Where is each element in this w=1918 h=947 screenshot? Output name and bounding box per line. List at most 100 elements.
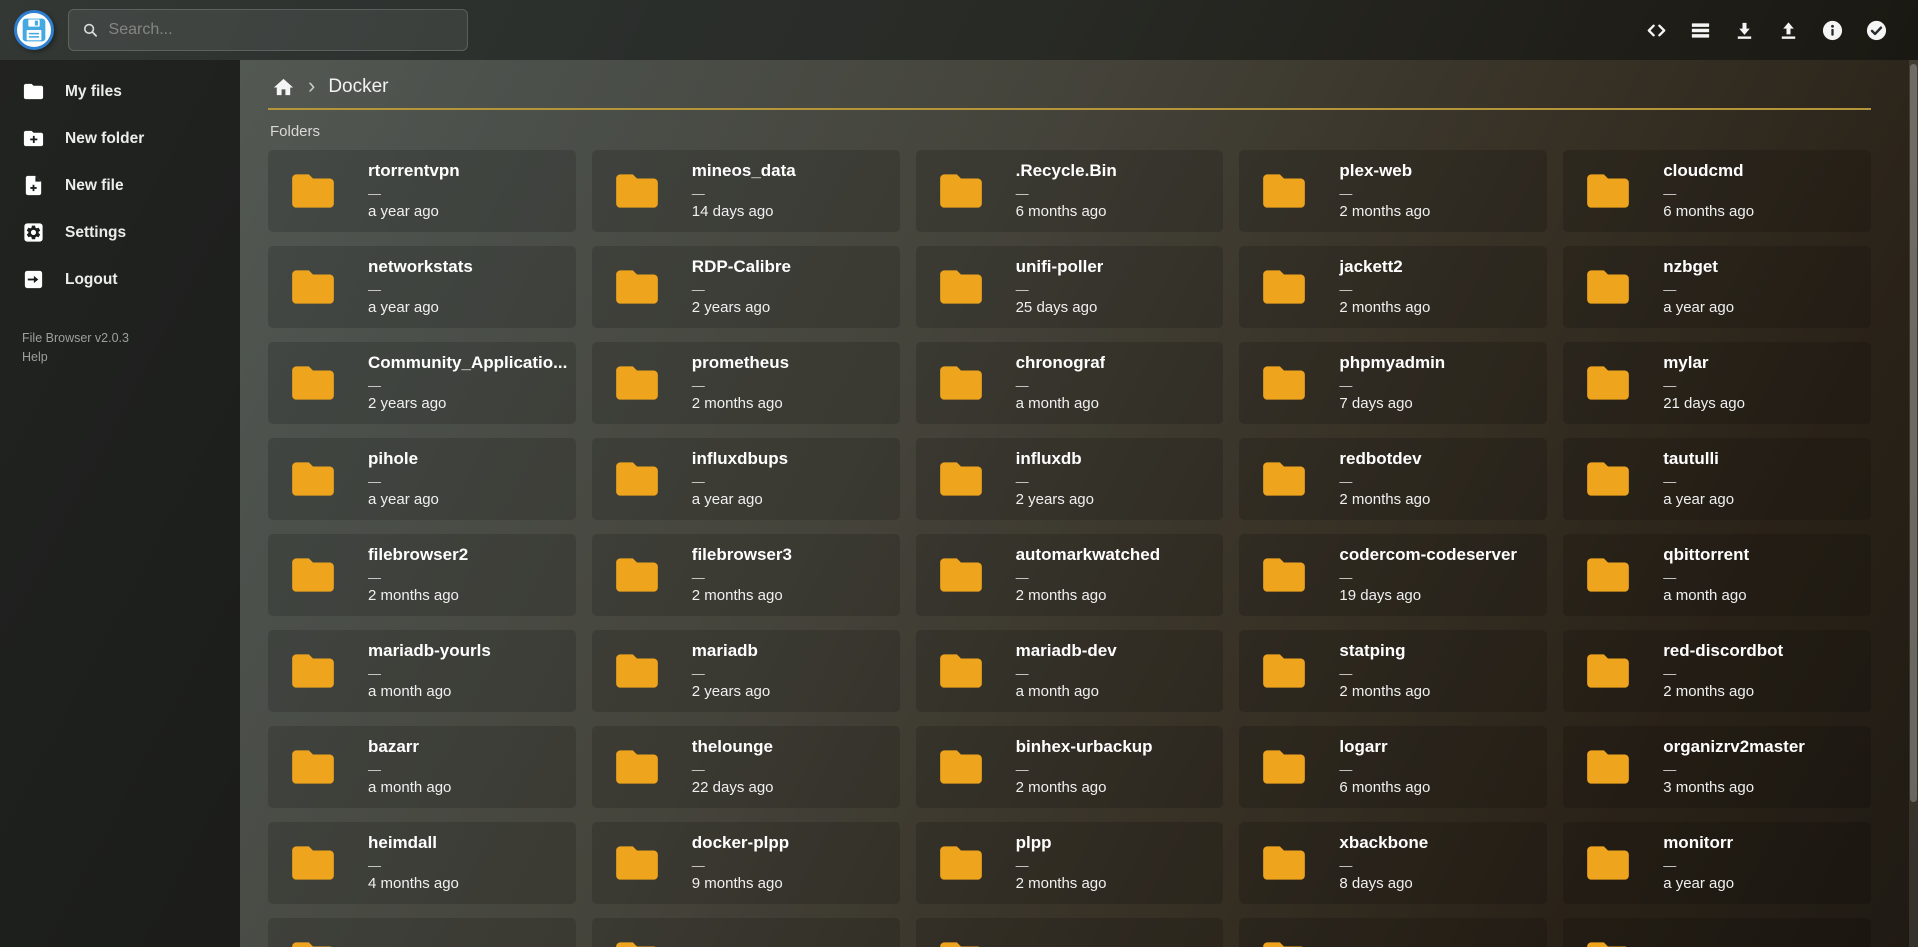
folder-icon — [610, 358, 664, 408]
sidebar-item-logout[interactable]: Logout — [0, 256, 240, 303]
folder-name: unifi-poller — [1016, 257, 1104, 277]
download-button[interactable] — [1726, 12, 1762, 48]
upload-icon — [1777, 19, 1800, 42]
folder-card[interactable]: logarr—6 months ago — [1239, 726, 1547, 808]
folder-card[interactable]: mylar—21 days ago — [1563, 342, 1871, 424]
folder-card[interactable]: automarkwatched—2 months ago — [916, 534, 1224, 616]
folder-card[interactable]: organizrv2master—3 months ago — [1563, 726, 1871, 808]
folder-card[interactable]: Community_Applicatio...—2 years ago — [268, 342, 576, 424]
folder-name: networkstats — [368, 257, 473, 277]
folder-modified-time: a year ago — [1663, 876, 1734, 893]
folder-card[interactable]: bazarr—a month ago — [268, 726, 576, 808]
sidebar-item-settings[interactable]: Settings — [0, 209, 240, 256]
folder-icon — [1581, 646, 1635, 696]
folder-card[interactable]: monitorr—a year ago — [1563, 822, 1871, 904]
folder-modified-time: a year ago — [368, 300, 473, 317]
folder-icon — [286, 646, 340, 696]
folder-card-text: jackett2—2 months ago — [1339, 257, 1430, 316]
folder-size: — — [1663, 571, 1749, 584]
folder-modified-time: a year ago — [1663, 492, 1734, 509]
folder-name: mylar — [1663, 353, 1745, 373]
folder-card[interactable]: heimdall—4 months ago — [268, 822, 576, 904]
folder-name: monitorr — [1663, 833, 1734, 853]
list-view-button[interactable] — [1682, 12, 1718, 48]
folder-size: — — [1339, 859, 1428, 872]
folder-icon — [934, 358, 988, 408]
breadcrumb-current[interactable]: Docker — [328, 76, 388, 98]
folder-card[interactable]: red-discordbot—2 months ago — [1563, 630, 1871, 712]
app-logo[interactable] — [14, 10, 54, 50]
sidebar-item-new-file[interactable]: New file — [0, 162, 240, 209]
folder-card[interactable]: organizr — [592, 918, 900, 947]
sidebar-item-new-folder[interactable]: New folder — [0, 115, 240, 162]
folder-card[interactable]: mineos_data—14 days ago — [592, 150, 900, 232]
folder-card[interactable]: influxdb—2 years ago — [916, 438, 1224, 520]
folder-card[interactable]: chronograf—a month ago — [916, 342, 1224, 424]
folder-card[interactable]: redbotdev—2 months ago — [1239, 438, 1547, 520]
folder-icon — [1257, 262, 1311, 312]
folder-icon — [934, 550, 988, 600]
folder-card[interactable]: influxdbups—a year ago — [592, 438, 900, 520]
folder-card-text: influxdbups—a year ago — [692, 449, 788, 508]
folder-card[interactable]: plpp—2 months ago — [916, 822, 1224, 904]
info-button[interactable] — [1814, 12, 1850, 48]
folder-size: — — [1016, 379, 1106, 392]
sidebar-item-my-files[interactable]: My files — [0, 68, 240, 115]
home-icon[interactable] — [272, 76, 295, 99]
folder-card[interactable]: pihole—a year ago — [268, 438, 576, 520]
folder-size: — — [692, 763, 774, 776]
folder-card[interactable]: minecraft — [916, 918, 1224, 947]
upload-button[interactable] — [1770, 12, 1806, 48]
folder-card[interactable]: codercom-codeserver—19 days ago — [1239, 534, 1547, 616]
folder-icon — [934, 166, 988, 216]
folder-card[interactable]: tautulli—a year ago — [1563, 438, 1871, 520]
select-multiple-button[interactable] — [1858, 12, 1894, 48]
folder-icon — [934, 838, 988, 888]
folder-card[interactable]: code-server — [268, 918, 576, 947]
folder-card[interactable]: xbackbone—8 days ago — [1239, 822, 1547, 904]
folder-card[interactable]: prometheus—2 months ago — [592, 342, 900, 424]
folder-card[interactable]: unifi-poller—25 days ago — [916, 246, 1224, 328]
folder-icon — [610, 166, 664, 216]
folder-card[interactable]: networkstats—a year ago — [268, 246, 576, 328]
scrollbar-track[interactable] — [1909, 60, 1918, 947]
folder-card[interactable]: binhex-urbackup—2 months ago — [916, 726, 1224, 808]
folder-card[interactable]: nzbget—a year ago — [1563, 246, 1871, 328]
folder-card[interactable]: phpmyadmin—7 days ago — [1239, 342, 1547, 424]
scrollbar-thumb[interactable] — [1910, 64, 1917, 802]
folder-card-text: logarr—6 months ago — [1339, 737, 1430, 796]
folder-card[interactable]: docker-plpp—9 months ago — [592, 822, 900, 904]
folder-icon — [286, 262, 340, 312]
folder-card-text: plpp—2 months ago — [1016, 833, 1107, 892]
folder-card[interactable]: mariadb—2 years ago — [592, 630, 900, 712]
folder-card[interactable]: jackett2—2 months ago — [1239, 246, 1547, 328]
folder-modified-time: 2 months ago — [1339, 300, 1430, 317]
help-link[interactable]: Help — [22, 348, 240, 367]
folder-card[interactable]: codimd — [1563, 918, 1871, 947]
folder-card-text: redbotdev—2 months ago — [1339, 449, 1430, 508]
folder-card[interactable]: filebrowser3—2 months ago — [592, 534, 900, 616]
folder-modified-time: 6 months ago — [1663, 204, 1754, 221]
folder-card[interactable]: filebrowser2—2 months ago — [268, 534, 576, 616]
folder-card-text: Community_Applicatio...—2 years ago — [368, 353, 567, 412]
folder-card[interactable]: rtorrentvpn—a year ago — [268, 150, 576, 232]
folder-card[interactable]: .Recycle.Bin—6 months ago — [916, 150, 1224, 232]
folder-icon — [286, 166, 340, 216]
folder-card[interactable]: plex-web—2 months ago — [1239, 150, 1547, 232]
folder-card[interactable]: RDP-Calibre—2 years ago — [592, 246, 900, 328]
folder-card[interactable]: mariadb-dev—a month ago — [916, 630, 1224, 712]
folder-card[interactable]: cloudcmd—6 months ago — [1563, 150, 1871, 232]
folder-card-text: binhex-urbackup—2 months ago — [1016, 737, 1153, 796]
code-view-button[interactable] — [1638, 12, 1674, 48]
folder-size: — — [692, 379, 789, 392]
folder-card[interactable]: mineos — [1239, 918, 1547, 947]
folder-icon — [934, 262, 988, 312]
folder-card[interactable]: qbittorrent—a month ago — [1563, 534, 1871, 616]
folder-modified-time: a month ago — [1663, 588, 1749, 605]
folder-card[interactable]: statping—2 months ago — [1239, 630, 1547, 712]
folder-modified-time: 8 days ago — [1339, 876, 1428, 893]
folder-card[interactable]: thelounge—22 days ago — [592, 726, 900, 808]
folder-card[interactable]: mariadb-yourls—a month ago — [268, 630, 576, 712]
search-input[interactable] — [109, 21, 455, 39]
main-content: › Docker Folders rtorrentvpn—a year agom… — [240, 60, 1918, 947]
